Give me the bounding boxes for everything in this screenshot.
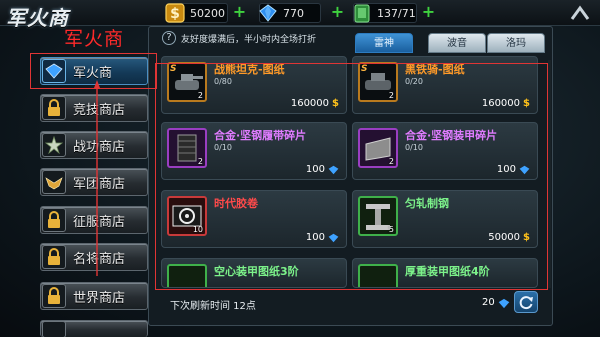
diamond-icon [498,298,510,309]
lock-icon [42,96,66,120]
back-arrow-icon[interactable] [566,3,594,23]
refresh-icon [519,296,533,310]
top-bar: 军火商 $ 50200 + 770 + 137/71 + [0,0,600,30]
diamond-counter: 770 [259,3,321,23]
lock-icon [42,320,66,337]
next-refresh-time: 下次刷新时间 12点 [170,301,256,312]
diamond-value: 770 [283,6,304,20]
energy-counter: 137/71 [353,3,417,23]
fuel-can-icon [354,4,370,23]
annotation-label: 军火商 [64,29,125,50]
add-energy-button[interactable]: + [421,4,436,20]
add-coins-button[interactable]: + [232,4,247,20]
tab-lockheed[interactable]: 洛玛 [487,33,545,53]
lock-icon [42,208,66,232]
add-diamonds-button[interactable]: + [330,4,345,20]
eagle-icon [42,170,66,194]
help-icon[interactable]: ? [162,31,176,45]
refresh-button[interactable] [514,291,538,313]
lock-icon [42,284,66,308]
annotation-highlight-panel [155,63,548,290]
sidebar-item-world-shop[interactable]: 世界商店 [40,282,148,310]
scrollbar[interactable] [548,60,551,288]
refresh-cost: 20 [482,297,495,308]
svg-text:$: $ [170,6,180,22]
coin-value: 50200 [190,6,225,20]
sidebar-item-partial[interactable] [40,320,148,337]
coin-icon: $ [165,3,185,23]
annotation-arrow [94,80,100,276]
energy-value: 137/71 [377,6,416,20]
discount-hint: 友好度爆满后，半小时内全场打折 [181,35,317,45]
diamond-icon [259,4,277,22]
lock-icon [42,245,66,269]
tab-boeing[interactable]: 波音 [428,33,486,53]
page-title: 军火商 [6,6,69,30]
medal-icon [42,133,66,157]
tab-raytheon[interactable]: 雷神 [355,33,413,53]
sidebar-item-label: 世界商店 [73,290,126,306]
coin-counter: $ 50200 [165,3,228,23]
